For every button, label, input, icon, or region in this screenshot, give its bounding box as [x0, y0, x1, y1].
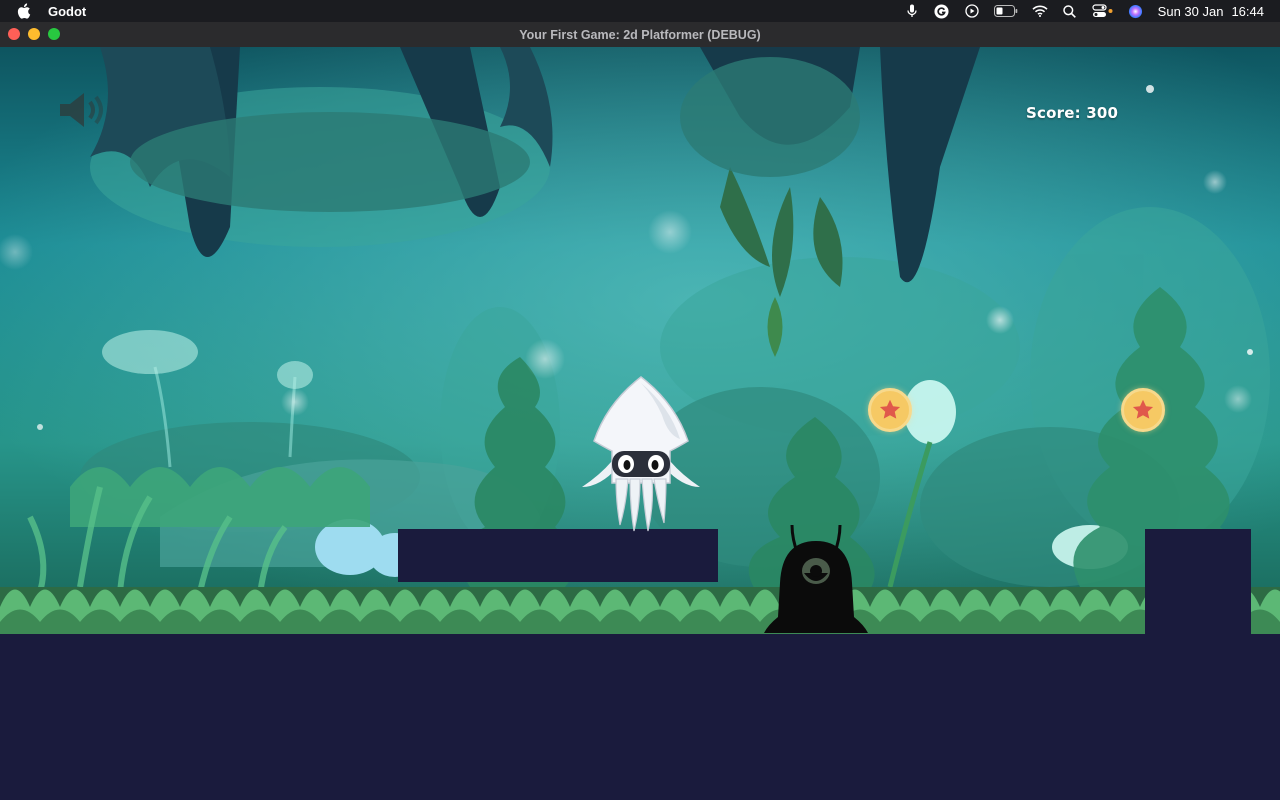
wifi-icon[interactable] — [1032, 3, 1048, 19]
window-controls — [8, 28, 60, 40]
tall-block-platform — [1145, 529, 1251, 639]
score-label: Score: 300 — [1026, 104, 1119, 122]
speaker-mute-icon[interactable] — [56, 90, 112, 130]
clock-time: 16:44 — [1231, 3, 1264, 19]
control-center-icon[interactable] — [1092, 3, 1114, 19]
menu-clock[interactable]: Sun 30 Jan 16:44 — [1158, 4, 1264, 19]
star-icon — [879, 399, 901, 419]
macos-menu-bar: Godot Sun 30 Jan 16:44 — [0, 0, 1280, 22]
fullscreen-window-button[interactable] — [48, 28, 60, 40]
close-window-button[interactable] — [8, 28, 20, 40]
search-icon[interactable] — [1062, 3, 1078, 19]
star-coin — [1121, 388, 1165, 432]
window-title: Your First Game: 2d Platformer (DEBUG) — [519, 27, 761, 42]
siri-icon[interactable] — [1128, 3, 1144, 19]
clock-date: Sun 30 Jan — [1157, 3, 1224, 19]
game-window: Your First Game: 2d Platformer (DEBUG) S… — [0, 22, 1280, 800]
ground-floor — [0, 635, 1280, 800]
microphone-icon[interactable] — [904, 3, 920, 19]
star-icon — [1132, 399, 1154, 419]
squid-player — [580, 375, 702, 533]
star-coin — [868, 388, 912, 432]
minimize-window-button[interactable] — [28, 28, 40, 40]
grammarly-icon[interactable] — [934, 3, 950, 19]
window-titlebar[interactable]: Your First Game: 2d Platformer (DEBUG) — [0, 22, 1280, 48]
battery-icon[interactable] — [993, 3, 1018, 19]
black-alien-enemy — [764, 524, 868, 637]
play-circle-icon[interactable] — [964, 3, 980, 19]
apple-icon[interactable] — [16, 3, 32, 19]
floating-platform — [398, 529, 718, 582]
game-viewport[interactable]: Score: 300 — [0, 47, 1280, 800]
app-menu-name[interactable]: Godot — [48, 4, 86, 19]
